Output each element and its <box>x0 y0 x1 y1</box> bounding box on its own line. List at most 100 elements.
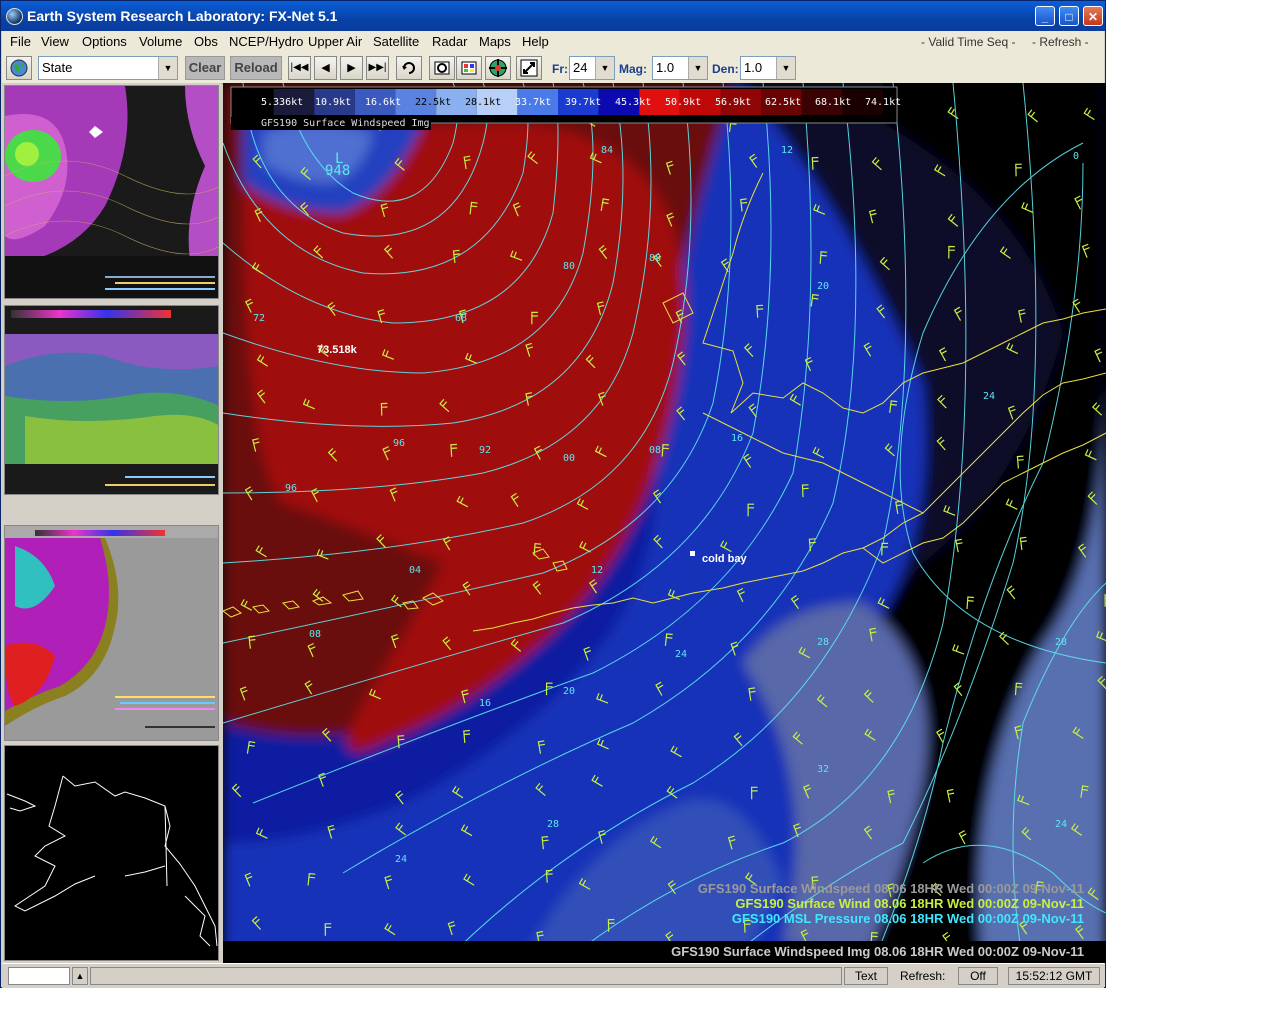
refresh-toggle[interactable]: Off <box>958 967 998 985</box>
legend-tick: 22.5kt <box>415 97 452 108</box>
isobar-label: 68 <box>455 313 468 324</box>
next-frame-button[interactable]: ▶ <box>340 56 363 80</box>
chevron-down-icon: ▼ <box>595 57 614 79</box>
minimize-button[interactable]: _ <box>1035 6 1055 26</box>
isobar-label: 08 <box>649 445 662 456</box>
station-marker <box>690 551 695 556</box>
info-line-pressure: GFS190 MSL Pressure 08.06 18HR Wed 00:00… <box>731 911 1084 926</box>
legend-tick: 74.1kt <box>865 97 902 108</box>
menu-file[interactable]: File <box>10 34 31 49</box>
menu-radar[interactable]: Radar <box>432 34 467 49</box>
first-frame-button[interactable]: |◀◀ <box>288 56 311 80</box>
bottom-caption: GFS190 Surface Windspeed Img 08.06 18HR … <box>671 944 1084 959</box>
menu-bar: File View Options Volume Obs NCEP/Hydro … <box>2 31 1104 53</box>
crosshair-icon[interactable] <box>485 56 511 80</box>
status-input[interactable] <box>8 967 70 985</box>
scroll-up-button[interactable]: ▲ <box>72 967 88 985</box>
chevron-down-icon: ▼ <box>158 57 177 79</box>
reload-button[interactable]: Reload <box>230 56 282 80</box>
loop-icon[interactable] <box>396 56 422 80</box>
isobar-label: 96 <box>393 438 406 449</box>
legend-tick: 68.1kt <box>815 97 852 108</box>
legend-tick: 39.7kt <box>565 97 602 108</box>
prev-frame-button[interactable]: ◀ <box>314 56 337 80</box>
legend-tick: 28.1kt <box>465 97 502 108</box>
refresh-menu[interactable]: - Refresh - <box>1032 35 1089 49</box>
toolbar: State ▼ Clear Reload |◀◀ ◀ ▶ ▶▶| Fr: 24 … <box>2 53 1104 84</box>
max-windspeed-label: 73.518k <box>317 344 357 356</box>
isobar-label: 0 <box>1073 151 1080 162</box>
isobar-label: 88 <box>649 253 662 264</box>
isobar-label: 28 <box>1055 637 1068 648</box>
menu-ncep-hydro[interactable]: NCEP/Hydro <box>229 34 303 49</box>
info-line-wind: GFS190 Surface Wind 08.06 18HR Wed 00:00… <box>735 896 1084 911</box>
status-bar: ▲ Text Refresh: Off 15:52:12 GMT <box>2 963 1104 988</box>
scale-select-value: State <box>42 60 73 75</box>
isobar-label: 96 <box>285 483 298 494</box>
close-button[interactable]: ✕ <box>1083 6 1103 26</box>
isobar-label: 28 <box>547 819 560 830</box>
thumbnail-1[interactable] <box>4 85 219 299</box>
den-select[interactable]: 1.0 ▼ <box>740 56 796 80</box>
scale-select[interactable]: State ▼ <box>38 56 178 80</box>
app-window: Earth System Research Laboratory: FX-Net… <box>0 0 1106 988</box>
isobar-label: 32 <box>817 764 830 775</box>
mag-value: 1.0 <box>656 60 675 75</box>
legend-tick: 16.6kt <box>365 97 402 108</box>
status-message <box>90 967 842 985</box>
isobar-label: 20 <box>817 281 830 292</box>
isobar-label: 12 <box>591 565 604 576</box>
text-button[interactable]: Text <box>844 967 888 985</box>
isobar-label: 80 <box>563 261 576 272</box>
isobar-label: 84 <box>601 145 614 156</box>
isobar-label: 72 <box>253 313 266 324</box>
menu-options[interactable]: Options <box>82 34 127 49</box>
globe-icon[interactable] <box>6 56 32 80</box>
frame-select[interactable]: 24 ▼ <box>569 56 615 80</box>
bottom-caption-bar: GFS190 Surface Windspeed Img 08.06 18HR … <box>223 941 1106 963</box>
isobar-label: 12 <box>781 145 794 156</box>
thumbnail-2[interactable] <box>4 305 219 495</box>
low-pressure-value: 948 <box>325 163 351 179</box>
isobar-label: 24 <box>1055 819 1068 830</box>
legend-tick: 45.3kt <box>615 97 652 108</box>
isobar-label: 16 <box>731 433 744 444</box>
menu-help[interactable]: Help <box>522 34 549 49</box>
clear-button[interactable]: Clear <box>185 56 225 80</box>
thumbnail-4[interactable] <box>4 745 219 961</box>
isobar-label: 24 <box>675 649 688 660</box>
weather-map[interactable]: 5.336kt 10.9kt 16.6kt 22.5kt 28.1kt 33.7… <box>223 83 1106 963</box>
title-bar[interactable]: Earth System Research Laboratory: FX-Net… <box>1 1 1105 31</box>
mag-select[interactable]: 1.0 ▼ <box>652 56 708 80</box>
zoom-icon[interactable] <box>429 56 455 80</box>
den-label: Den: <box>712 62 739 76</box>
isobar-label: 92 <box>479 445 492 456</box>
legend-tick: 10.9kt <box>315 97 352 108</box>
isobar-label: 04 <box>409 565 422 576</box>
menu-satellite[interactable]: Satellite <box>373 34 419 49</box>
menu-obs[interactable]: Obs <box>194 34 218 49</box>
legend-tick: 50.9kt <box>665 97 702 108</box>
legend-tick: 33.7kt <box>515 97 552 108</box>
thumbnail-3[interactable] <box>4 525 219 741</box>
refresh-label: Refresh: <box>900 969 946 983</box>
legend-tick: 62.5kt <box>765 97 802 108</box>
maximize-button[interactable]: □ <box>1059 6 1079 26</box>
menu-maps[interactable]: Maps <box>479 34 511 49</box>
thumbnail-panel <box>2 83 221 963</box>
legend-title: GFS190 Surface Windspeed Img <box>261 118 430 129</box>
pan-icon[interactable] <box>516 56 542 80</box>
menu-view[interactable]: View <box>41 34 69 49</box>
legend-tick: 56.9kt <box>715 97 752 108</box>
color-table-icon[interactable] <box>456 56 482 80</box>
isobar-label: 28 <box>817 637 830 648</box>
isobar-label: 20 <box>563 686 576 697</box>
frame-label: Fr: <box>552 62 568 76</box>
valid-time-seq-menu[interactable]: - Valid Time Seq - <box>921 35 1015 49</box>
last-frame-button[interactable]: ▶▶| <box>366 56 389 80</box>
info-line-windspeed: GFS190 Surface Windspeed 08.06 18HR Wed … <box>697 881 1084 896</box>
chevron-down-icon: ▼ <box>688 57 707 79</box>
menu-volume[interactable]: Volume <box>139 34 182 49</box>
menu-upper-air[interactable]: Upper Air <box>308 34 362 49</box>
frame-value: 24 <box>573 60 588 75</box>
